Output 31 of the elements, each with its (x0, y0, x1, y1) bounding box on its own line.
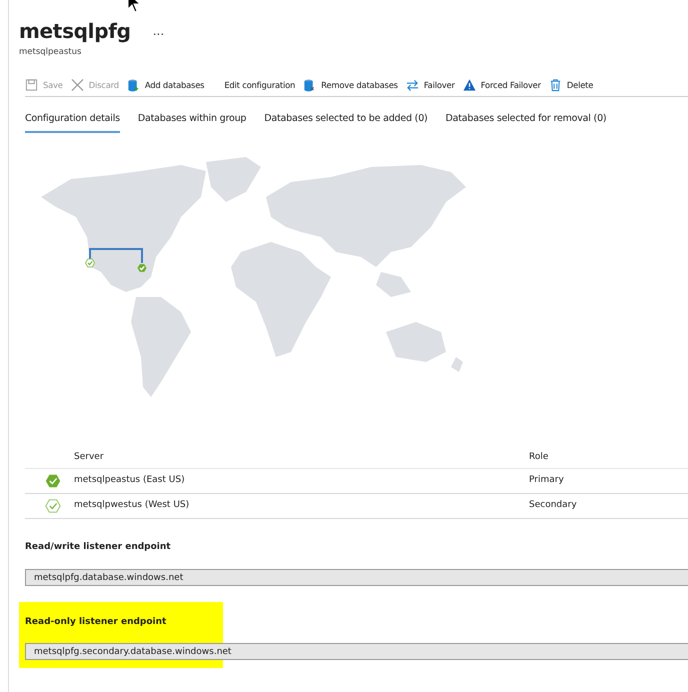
database-icon (303, 78, 316, 92)
close-icon (70, 78, 84, 92)
toolbar-button[interactable]: Forced Failover (462, 78, 541, 92)
swap-arrows-icon (406, 78, 419, 92)
connector-line (89, 248, 143, 263)
toolbar-button[interactable]: Remove databases (303, 78, 398, 92)
save-icon (25, 78, 38, 92)
table-cell-text: Secondary (529, 499, 577, 512)
toolbar-button[interactable]: Edit configuration (224, 78, 296, 92)
toolbar-button[interactable]: Delete (548, 78, 594, 92)
warning-icon (462, 78, 476, 92)
page-title: metsqlpfg (19, 18, 131, 45)
page-subtitle: metsqlpeastus (19, 46, 82, 59)
field-label: Read/write listener endpoint (25, 541, 172, 554)
toolbar-button[interactable]: Failover (406, 78, 455, 92)
column-header: Server (74, 450, 105, 464)
database-icon (126, 78, 140, 92)
tab[interactable]: Databases within group (138, 112, 246, 133)
column-header: Role (529, 450, 548, 464)
tab[interactable]: Configuration details (25, 112, 120, 133)
toolbar-button[interactable]: Add databases (126, 78, 204, 92)
trash-icon (548, 78, 562, 92)
field-label: Read-only listener endpoint (25, 616, 168, 628)
table-cell-text: metsqlpeastus (East US) (74, 474, 186, 488)
table-cell-text: metsqlpwestus (West US) (74, 499, 190, 512)
more-button[interactable]: ... (152, 22, 164, 40)
table-cell-text: Primary (529, 474, 564, 488)
endpoint-field[interactable]: metsqlpfg.secondary.database.windows.net (25, 643, 688, 660)
tab[interactable]: Databases selected to be added (0) (264, 112, 428, 133)
tab[interactable]: Databases selected for removal (0) (446, 112, 606, 133)
endpoint-field[interactable]: metsqlpfg.database.windows.net (25, 568, 688, 586)
